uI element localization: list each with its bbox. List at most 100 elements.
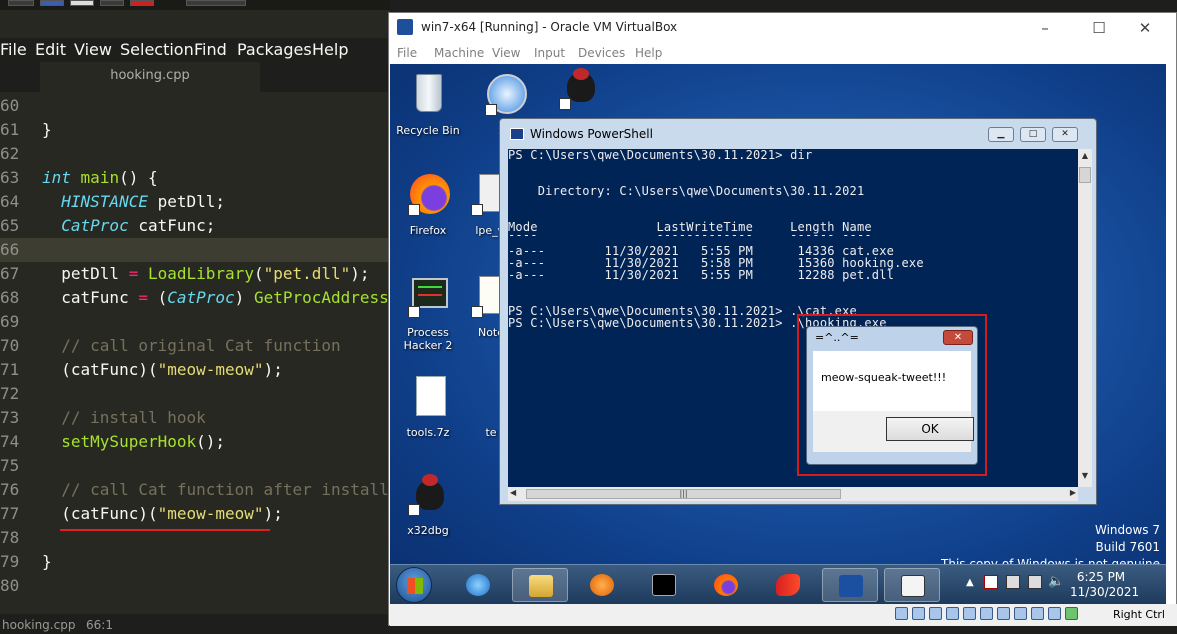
host-tab[interactable] <box>100 0 124 6</box>
guest-desktop: Recycle Bin Sa Firefox <box>390 64 1166 597</box>
desktop-icon-x64dbg[interactable] <box>542 66 616 118</box>
minimize-icon[interactable]: ▁ <box>988 127 1014 142</box>
close-icon[interactable]: ✕ <box>1052 127 1078 142</box>
audio-icon[interactable] <box>929 607 942 620</box>
cpu-icon[interactable] <box>1031 607 1044 620</box>
horizontal-scrollbar[interactable]: ◀ ||| ▶ <box>508 487 1078 501</box>
code-line: 75 <box>0 456 20 475</box>
menu-help[interactable]: Help <box>312 40 348 59</box>
menu-edit[interactable]: Edit <box>35 40 66 59</box>
console-line: PS C:\Users\qwe\Documents\30.11.2021> di… <box>508 149 813 162</box>
vbox-menu-input[interactable]: Input <box>534 46 565 60</box>
taskbar-media-player[interactable] <box>574 568 630 602</box>
maximize-icon[interactable]: □ <box>1020 127 1046 142</box>
powershell-window[interactable]: Windows PowerShell ▁ □ ✕ PS C:\Users\qwe… <box>499 118 1097 505</box>
arrow-down-icon[interactable] <box>1065 607 1078 620</box>
code-line: 69 <box>0 312 20 331</box>
tab-hooking-cpp[interactable]: hooking.cpp <box>40 62 260 92</box>
hard-disk-icon[interactable] <box>895 607 908 620</box>
taskbar-chili[interactable] <box>760 568 816 602</box>
vbox-menu-view[interactable]: View <box>492 46 520 60</box>
menu-packages[interactable]: Packages <box>237 40 312 59</box>
code-line: 74 setMySuperHook(); <box>0 432 226 451</box>
code-line: 61} <box>0 120 52 139</box>
message-box-footer: OK <box>813 411 974 452</box>
network-icon[interactable] <box>1028 575 1042 589</box>
powershell-icon <box>839 575 863 597</box>
code-line: 60 <box>0 96 20 115</box>
taskbar-cmd[interactable] <box>636 568 692 602</box>
virtualbox-window: win7-x64 [Running] - Oracle VM VirtualBo… <box>388 12 1177 626</box>
menu-file[interactable]: File <box>0 40 27 59</box>
code-line: 70 // call original Cat function <box>0 336 341 355</box>
message-box[interactable]: =^..^= ✕ meow-squeak-tweet!!! OK <box>806 326 978 465</box>
shared-folder-icon[interactable] <box>980 607 993 620</box>
action-center-icon[interactable] <box>984 575 998 589</box>
safari-icon <box>485 72 527 116</box>
firefox-icon <box>408 172 450 216</box>
vbox-menu-help[interactable]: Help <box>635 46 662 60</box>
internet-explorer-icon <box>466 574 490 596</box>
taskbar-powershell[interactable] <box>822 568 878 602</box>
usb-icon[interactable] <box>963 607 976 620</box>
volume-icon[interactable]: 🔈 <box>1048 574 1064 589</box>
code-line: 80 <box>0 576 20 595</box>
status-cursor-position[interactable]: 66:1 <box>86 618 113 632</box>
code-line: 76 // call Cat function after install <box>0 480 389 499</box>
clock[interactable]: 6:25 PM 11/30/2021 <box>1070 570 1140 600</box>
desktop-icon-x32dbg[interactable]: x32dbg <box>391 472 465 537</box>
code-line: 71 (catFunc)("meow-meow"); <box>0 360 283 379</box>
cmd-icon <box>652 574 676 596</box>
taskbar-explorer[interactable] <box>512 568 568 602</box>
powershell-console[interactable]: PS C:\Users\qwe\Documents\30.11.2021> di… <box>508 149 1078 487</box>
network-adapter-icon[interactable] <box>946 607 959 620</box>
vbox-menu-devices[interactable]: Devices <box>578 46 625 60</box>
host-tab[interactable] <box>130 0 154 6</box>
host-tab[interactable] <box>186 0 246 6</box>
minimize-icon[interactable]: – <box>1025 17 1065 39</box>
message-box-title: =^..^= <box>815 331 859 344</box>
chevron-up-icon[interactable]: ▲ <box>966 577 974 588</box>
console-line: Directory: C:\Users\qwe\Documents\30.11.… <box>508 184 865 198</box>
taskbar-firefox[interactable] <box>698 568 754 602</box>
maximize-icon[interactable]: ☐ <box>1079 17 1119 39</box>
menu-selection[interactable]: Selection <box>120 40 194 59</box>
host-tab[interactable] <box>40 0 64 6</box>
recording-icon[interactable] <box>1014 607 1027 620</box>
device-icon[interactable] <box>1006 575 1020 589</box>
menu-find[interactable]: Find <box>194 40 227 59</box>
code-line: 79} <box>0 552 52 571</box>
status-file[interactable]: hooking.cpp <box>2 618 75 632</box>
desktop-icon-recycle-bin[interactable]: Recycle Bin <box>391 72 465 137</box>
display-icon[interactable] <box>997 607 1010 620</box>
clock-date: 11/30/2021 <box>1070 585 1140 599</box>
taskbar-message-box[interactable] <box>884 568 940 602</box>
message-text: meow-squeak-tweet!!! <box>821 371 947 384</box>
code-line: 72 <box>0 384 20 403</box>
vbox-menu-machine[interactable]: Machine <box>434 46 484 60</box>
ok-button[interactable]: OK <box>886 417 974 441</box>
host-tab[interactable] <box>8 0 34 6</box>
mouse-integration-icon[interactable] <box>1048 607 1061 620</box>
code-line-current: 66 <box>0 238 390 262</box>
code-line: 64 HINSTANCE petDll; <box>0 192 226 211</box>
editor-tabbar: hooking.cpp <box>0 62 390 92</box>
vertical-scrollbar[interactable]: ▲ ▼ <box>1078 149 1092 487</box>
optical-drive-icon[interactable] <box>912 607 925 620</box>
media-player-icon <box>590 574 614 596</box>
message-box-body: meow-squeak-tweet!!! <box>813 351 971 411</box>
close-icon[interactable]: ✕ <box>943 330 973 345</box>
clock-time: 6:25 PM <box>1076 570 1126 584</box>
vbox-menu-file[interactable]: File <box>397 46 417 60</box>
host-tab[interactable] <box>70 0 94 6</box>
close-icon[interactable]: ✕ <box>1125 17 1165 39</box>
menu-view[interactable]: View <box>74 40 112 59</box>
host-taskbar-strip <box>0 0 390 10</box>
system-tray: ▲ 🔈 6:25 PM 11/30/2021 <box>962 565 1166 605</box>
window-icon <box>901 575 925 597</box>
vbox-menubar: File Machine View Input Devices Help <box>389 43 1176 63</box>
red-underline-annotation <box>60 529 270 531</box>
start-button[interactable] <box>396 567 432 603</box>
taskbar-ie[interactable] <box>450 568 506 602</box>
code-line: 67 petDll = LoadLibrary("pet.dll"); <box>0 264 370 283</box>
